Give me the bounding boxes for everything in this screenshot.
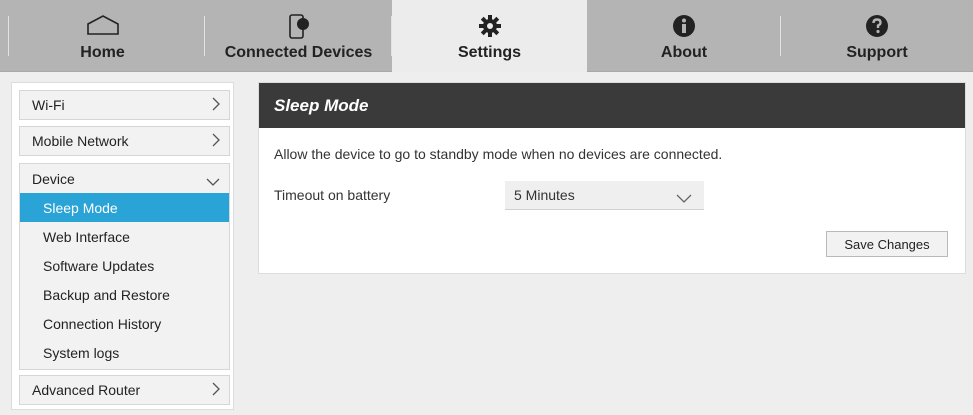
- home-icon: [86, 14, 120, 41]
- tab-connected-devices-label: Connected Devices: [224, 44, 373, 61]
- settings-sidebar: Wi-Fi Mobile Network Device Sleep Mode W…: [11, 82, 234, 410]
- sidebar-item-web-interface[interactable]: Web Interface: [20, 222, 229, 251]
- tab-about[interactable]: About: [587, 0, 781, 72]
- chevron-right-icon: [212, 133, 220, 150]
- tab-support[interactable]: Support: [781, 0, 973, 72]
- sidebar-item-system-logs[interactable]: System logs: [20, 338, 229, 367]
- tab-connected-devices[interactable]: Connected Devices: [205, 0, 392, 72]
- timeout-select[interactable]: 5 Minutes: [505, 181, 704, 210]
- gear-icon: [478, 14, 502, 43]
- tab-support-label: Support: [846, 44, 908, 61]
- timeout-label: Timeout on battery: [274, 187, 391, 203]
- timeout-select-value: 5 Minutes: [514, 187, 575, 203]
- sidebar-item-connection-history[interactable]: Connection History: [20, 309, 229, 338]
- chevron-right-icon: [212, 382, 220, 399]
- panel-header: Sleep Mode: [259, 83, 965, 128]
- chevron-down-icon: [676, 190, 692, 206]
- chevron-down-icon: [206, 173, 220, 189]
- sidebar-item-label: Wi-Fi: [32, 97, 65, 113]
- save-changes-button[interactable]: Save Changes: [826, 231, 948, 257]
- sidebar-item-wifi[interactable]: Wi-Fi: [19, 90, 230, 120]
- page-title: Sleep Mode: [274, 95, 369, 115]
- sleep-mode-description: Allow the device to go to standby mode w…: [274, 146, 723, 162]
- chevron-right-icon: [212, 97, 220, 114]
- tab-settings[interactable]: Settings: [392, 0, 587, 72]
- sidebar-item-advanced-router[interactable]: Advanced Router: [19, 375, 230, 405]
- sidebar-item-label: Mobile Network: [32, 133, 129, 149]
- sidebar-group-device: Device Sleep Mode Web Interface Software…: [19, 163, 230, 370]
- tab-about-label: About: [660, 44, 708, 61]
- sidebar-item-backup-restore[interactable]: Backup and Restore: [20, 280, 229, 309]
- sidebar-item-label: Advanced Router: [32, 382, 141, 398]
- sidebar-item-label: Device: [32, 170, 75, 187]
- top-navigation: Home Connected Devices Settings About Su…: [0, 0, 973, 72]
- sidebar-item-sleep-mode[interactable]: Sleep Mode: [20, 193, 229, 222]
- tab-home[interactable]: Home: [0, 0, 205, 72]
- info-icon: [672, 14, 696, 43]
- sidebar-item-software-updates[interactable]: Software Updates: [20, 251, 229, 280]
- connected-devices-icon: [288, 14, 309, 45]
- tab-settings-label: Settings: [457, 44, 522, 61]
- question-icon: [865, 14, 889, 43]
- tab-home-label: Home: [80, 44, 125, 61]
- sleep-mode-panel: Sleep Mode Allow the device to go to sta…: [258, 82, 966, 274]
- sidebar-item-mobile-network[interactable]: Mobile Network: [19, 126, 230, 156]
- sidebar-item-device[interactable]: Device: [20, 164, 229, 193]
